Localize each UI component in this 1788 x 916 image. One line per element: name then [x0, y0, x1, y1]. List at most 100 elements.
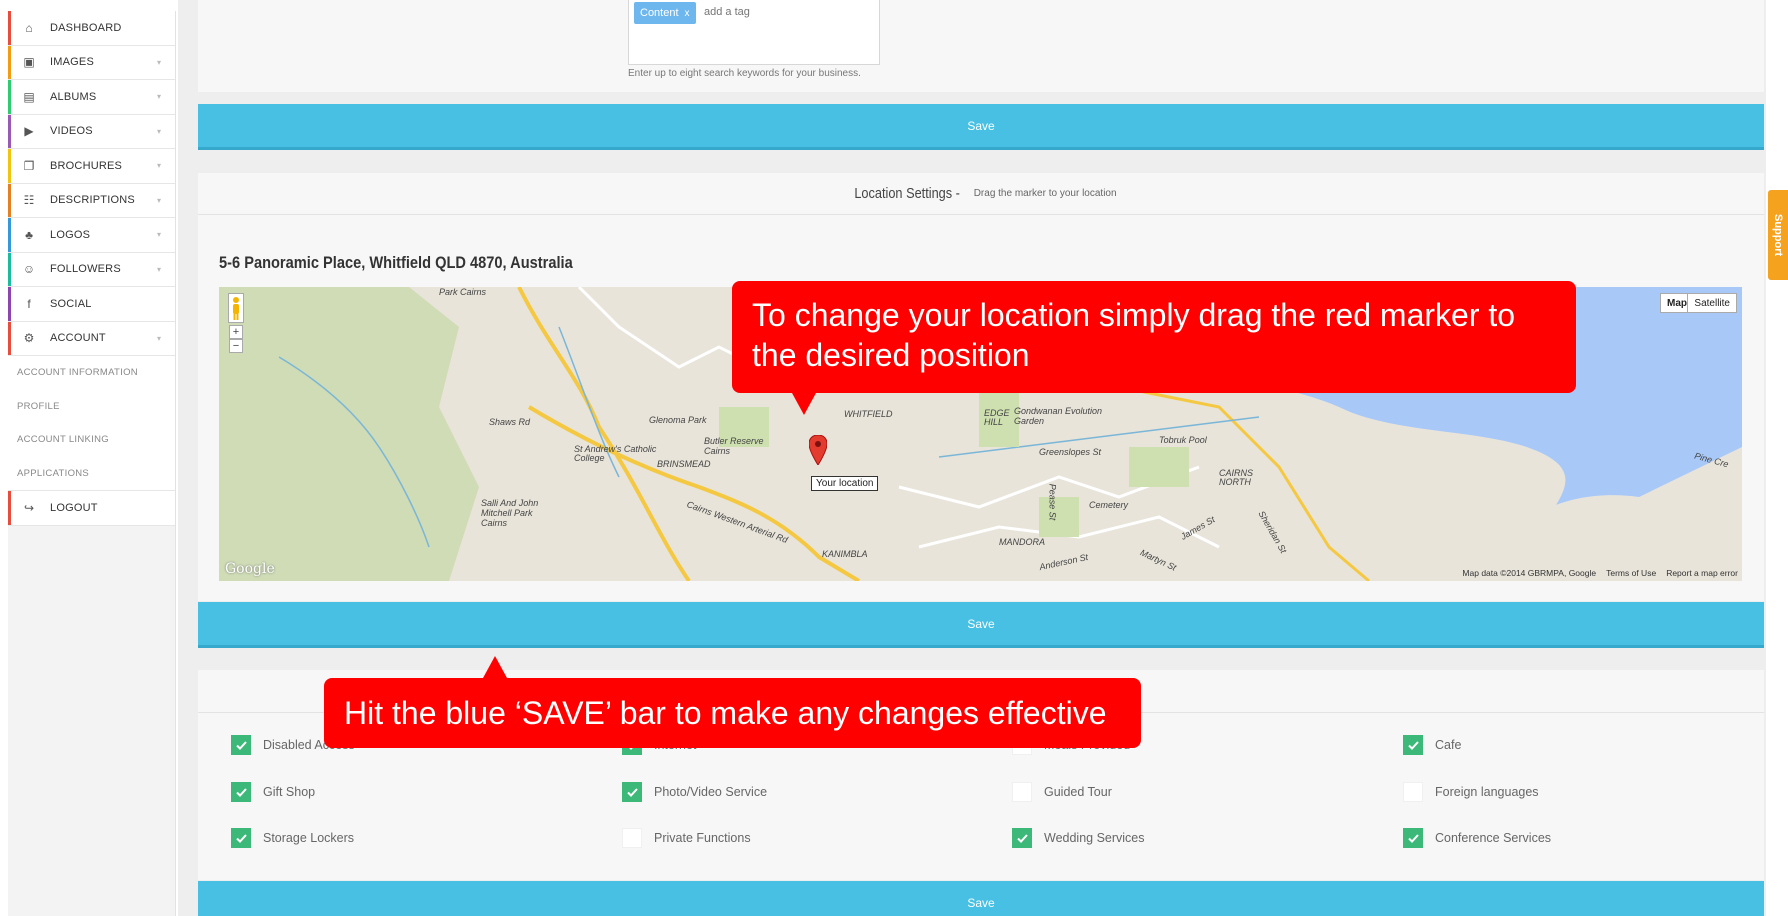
map-place-label: WHITFIELD: [844, 409, 893, 419]
submenu-item[interactable]: APPLICATIONS: [8, 456, 175, 490]
support-tab[interactable]: Support: [1768, 190, 1788, 280]
sidebar-item-descriptions[interactable]: ☷ DESCRIPTIONS ▾: [8, 183, 175, 218]
sidebar-stripe: [8, 114, 11, 148]
feature-checkbox[interactable]: [1403, 782, 1423, 802]
app-window: ⌂ DASHBOARD ▣ IMAGES ▾ ▤ ALBUMS ▾ ▶ VIDEOS ▾ ❐ BROCH…: [0, 0, 1788, 916]
feature-checkbox[interactable]: [1403, 735, 1423, 755]
feature-option: Guided Tour: [1012, 782, 1112, 802]
save-button-keywords[interactable]: Save: [198, 104, 1764, 150]
sidebar-stripe: [8, 80, 11, 114]
sidebar-item-label: ALBUMS: [50, 90, 97, 103]
map-attribution: Map data ©2014 GBRMPA, Google Terms of U…: [1462, 568, 1738, 578]
tag-chip-label: Content: [640, 7, 679, 19]
logo-icon: ♣: [25, 227, 33, 242]
sidebar-item-albums[interactable]: ▤ ALBUMS ▾: [8, 80, 175, 115]
street-view-pegman-icon[interactable]: [228, 293, 244, 323]
feature-checkbox[interactable]: [231, 828, 251, 848]
home-icon: ⌂: [25, 20, 33, 35]
sidebar-item-logos[interactable]: ♣ LOGOS ▾: [8, 218, 175, 253]
logout-icon: ↪: [23, 500, 35, 515]
satellite-view-button[interactable]: Satellite: [1687, 293, 1737, 313]
sidebar-item-images[interactable]: ▣ IMAGES ▾: [8, 45, 175, 80]
sidebar-stripe: [8, 321, 11, 355]
map-place-label: BRINSMEAD: [657, 459, 711, 469]
feature-label: Wedding Services: [1044, 831, 1145, 845]
feature-checkbox[interactable]: [231, 735, 251, 755]
sidebar-item-account[interactable]: ⚙ ACCOUNT ▾: [8, 321, 175, 356]
chevron-down-icon: ▾: [156, 161, 161, 170]
sidebar-stripe: [8, 218, 11, 252]
sidebar-item-label: BROCHURES: [50, 159, 123, 172]
tag-input[interactable]: [704, 6, 864, 18]
tag-chip: Content x: [634, 2, 696, 24]
map-place-label: Shaws Rd: [489, 417, 531, 427]
map-place-label: EDGE HILL: [984, 408, 1010, 427]
save-tip-text: Hit the blue ‘SAVE’ bar to make any chan…: [344, 695, 1107, 731]
save-button-location[interactable]: Save: [198, 602, 1764, 648]
feature-checkbox[interactable]: [1012, 828, 1032, 848]
feature-checkbox[interactable]: [622, 782, 642, 802]
sidebar-item-label: LOGOUT: [50, 501, 98, 514]
sidebar-item-label: ACCOUNT: [50, 332, 106, 345]
map-place-label: Tobruk Pool: [1159, 435, 1207, 445]
check-icon: [626, 787, 638, 797]
feature-checkbox[interactable]: [231, 782, 251, 802]
tag-hint: Enter up to eight search keywords for yo…: [628, 68, 861, 79]
feature-label: Guided Tour: [1044, 785, 1112, 799]
map-place-label: MANDORA: [999, 537, 1046, 547]
terms-of-use-link[interactable]: Terms of Use: [1606, 568, 1656, 578]
sidebar-item-label: IMAGES: [50, 56, 94, 69]
sidebar-item-label: DESCRIPTIONS: [50, 194, 135, 207]
map-place-label: Gondwanan Evolution Garden: [1014, 406, 1103, 426]
main-content: Content x Enter up to eight search keywo…: [178, 0, 1766, 916]
check-icon: [235, 740, 247, 750]
description-icon: ☷: [23, 193, 35, 208]
map-place-label: St Andrew's Catholic College: [574, 444, 657, 463]
location-address: 5-6 Panoramic Place, Whitfield QLD 4870,…: [219, 253, 573, 272]
check-icon: [235, 833, 247, 843]
save-tip-callout: Hit the blue ‘SAVE’ bar to make any chan…: [324, 656, 1141, 748]
album-icon: ▤: [23, 89, 35, 104]
submenu-item[interactable]: ACCOUNT INFORMATION: [8, 356, 175, 390]
sidebar-item-label: FOLLOWERS: [50, 263, 121, 276]
sidebar-stripe: [8, 149, 11, 183]
feature-label: Photo/Video Service: [654, 785, 768, 799]
feature-label: Foreign languages: [1435, 785, 1539, 799]
gear-icon: ⚙: [23, 331, 35, 346]
submenu-item[interactable]: PROFILE: [8, 389, 175, 423]
zoom-in-button[interactable]: +: [229, 325, 243, 339]
submenu-item[interactable]: ACCOUNT LINKING: [8, 423, 175, 457]
tag-remove-icon[interactable]: x: [685, 8, 690, 19]
feature-checkbox[interactable]: [1012, 782, 1032, 802]
sidebar-stripe: [8, 183, 11, 217]
sidebar-item-followers[interactable]: ☺ FOLLOWERS ▾: [8, 252, 175, 287]
location-marker-icon[interactable]: [808, 434, 828, 470]
feature-label: Conference Services: [1435, 831, 1552, 845]
tag-input-box[interactable]: Content x: [628, 0, 880, 65]
feature-label: Gift Shop: [263, 785, 316, 799]
sidebar-item-logout[interactable]: ↪ LOGOUT: [8, 491, 175, 526]
map-place-label: Park Cairns: [439, 287, 487, 297]
keywords-panel: Content x Enter up to eight search keywo…: [198, 0, 1764, 92]
save-button-features[interactable]: Save: [198, 881, 1764, 916]
check-icon: [1407, 833, 1419, 843]
feature-option: Gift Shop: [231, 782, 315, 802]
location-title: Location Settings -: [854, 185, 961, 202]
image-icon: ▣: [23, 55, 35, 70]
feature-checkbox[interactable]: [622, 828, 642, 848]
sidebar-item-videos[interactable]: ▶ VIDEOS ▾: [8, 114, 175, 149]
feature-option: Storage Lockers: [231, 828, 354, 848]
sidebar-item-brochures[interactable]: ❐ BROCHURES ▾: [8, 149, 175, 184]
feature-option: Private Functions: [622, 828, 751, 848]
account-submenu: ACCOUNT INFORMATION PROFILE ACCOUNT LINKIN…: [8, 356, 175, 491]
chevron-down-icon: ▾: [156, 92, 161, 101]
zoom-out-button[interactable]: −: [229, 339, 243, 353]
feature-checkbox[interactable]: [1403, 828, 1423, 848]
report-map-error-link[interactable]: Report a map error: [1666, 568, 1738, 578]
sidebar-item-dashboard[interactable]: ⌂ DASHBOARD: [8, 11, 175, 46]
location-header: Location Settings - Drag the marker to y…: [198, 173, 1764, 215]
callout-pointer: [483, 656, 507, 678]
callout-pointer: [792, 393, 816, 415]
map-tip-callout: To change your location simply drag the …: [732, 281, 1576, 415]
sidebar-item-social[interactable]: f SOCIAL: [8, 287, 175, 322]
